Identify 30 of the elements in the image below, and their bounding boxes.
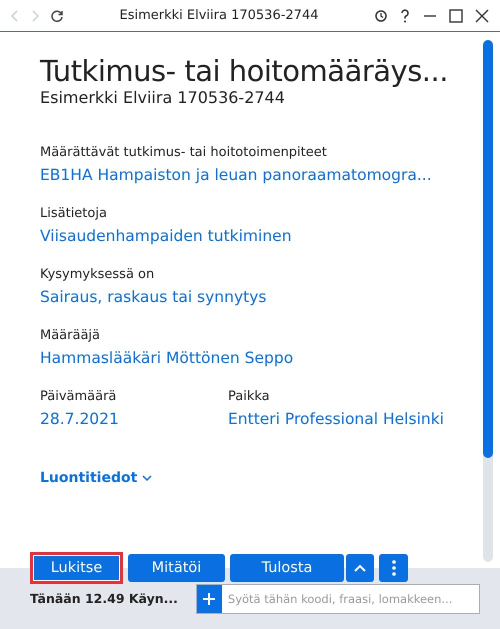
chevron-icon (142, 474, 152, 482)
maximize-icon[interactable] (448, 8, 464, 22)
field-value[interactable]: EB1HA Hampaiston ja leuan panoraamatomogra... (40, 166, 500, 184)
more-icon (392, 560, 396, 576)
patient-name: Esimerkki Elviira 170536-2744 (40, 88, 286, 107)
refresh-icon[interactable] (50, 8, 64, 22)
status-text: Tänään 12.49 Käyn... (30, 591, 178, 606)
scrollbar[interactable] (483, 40, 493, 562)
close-icon[interactable] (474, 8, 490, 22)
expand-toggle[interactable]: Luontitiedot (40, 470, 152, 486)
action-button[interactable]: Mitätöi (128, 554, 225, 582)
field-value[interactable]: Sairaus, raskaus tai synnytys (40, 288, 500, 306)
field-label: Määrättävät tutkimus- tai hoitotoimenpiteet (40, 145, 328, 160)
action-button[interactable]: Tulosta (230, 554, 344, 582)
field-label: Määrääjä (40, 328, 102, 343)
field-value[interactable]: Entteri Professional Helsinki (228, 410, 444, 428)
field-value[interactable]: Hammaslääkäri Möttönen Seppo (40, 349, 500, 367)
field-value[interactable]: Viisaudenhampaiden tutkiminen (40, 227, 500, 245)
action-button[interactable]: Lukitse (30, 552, 123, 584)
window-title: Esimerkki Elviira 170536-2744 (118, 8, 320, 23)
field-label: Kysymyksessä on (40, 267, 156, 282)
field-label: Paikka (228, 389, 271, 404)
expand-button[interactable] (346, 554, 374, 582)
help-icon[interactable] (398, 8, 412, 24)
field-label: Päivämäärä (40, 389, 118, 404)
field-value[interactable]: 28.7.2021 (40, 410, 228, 428)
caret-up-icon (354, 564, 366, 572)
field-label: Lisätietoja (40, 206, 108, 221)
history-icon[interactable] (374, 8, 388, 22)
more-button[interactable] (379, 554, 408, 582)
